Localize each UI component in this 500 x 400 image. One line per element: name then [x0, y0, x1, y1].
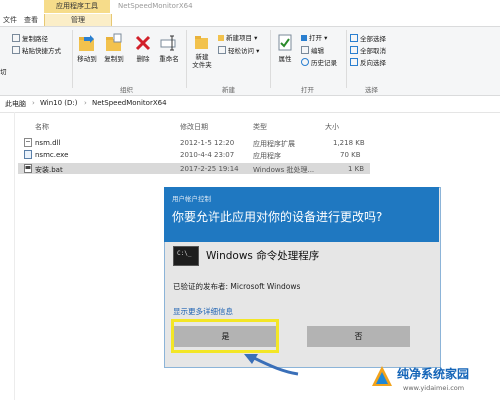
- watermark-url: www.yidaimei.com: [403, 384, 465, 392]
- uac-app-name: Windows 命令处理程序: [206, 250, 320, 262]
- context-tab-group-label: 应用程序工具: [44, 0, 110, 13]
- file-size: 1,218 KB: [333, 139, 365, 147]
- edit-icon: [301, 46, 309, 54]
- edit-button[interactable]: 编辑: [301, 46, 324, 55]
- properties-icon: [278, 34, 292, 51]
- tab-file[interactable]: 文件: [0, 14, 20, 26]
- file-type: 应用程序: [253, 152, 281, 160]
- file-name: nsm.dll: [35, 139, 61, 147]
- group-label-select: 选择: [365, 86, 378, 94]
- tab-view[interactable]: 查看: [20, 14, 42, 26]
- ribbon-separator: [72, 30, 73, 88]
- invert-selection-button[interactable]: 反向选择: [350, 58, 386, 67]
- move-to-button[interactable]: 移动到: [76, 33, 98, 63]
- new-folder-button[interactable]: 新建 文件夹: [190, 33, 214, 69]
- ribbon-separator: [270, 30, 271, 88]
- cmd-icon: C:\_: [173, 246, 199, 266]
- file-modified: 2010-4-4 23:07: [180, 151, 235, 159]
- file-type: 应用程序扩展: [253, 140, 295, 148]
- cut-label[interactable]: 切: [0, 68, 7, 76]
- open-button[interactable]: 打开 ▾: [301, 34, 327, 42]
- folder-copy-icon: [106, 33, 122, 51]
- group-label-new: 新建: [222, 86, 235, 94]
- column-header-modified[interactable]: 修改日期: [180, 122, 208, 132]
- rename-icon: [160, 35, 176, 51]
- file-type: Windows 批处理...: [253, 166, 315, 174]
- paste-shortcut-button[interactable]: 粘贴快捷方式: [12, 46, 61, 55]
- history-icon: [301, 58, 309, 66]
- chevron-right-icon: ›: [32, 99, 35, 107]
- uac-publisher: 已验证的发布者: Microsoft Windows: [173, 282, 301, 291]
- copy-path-icon: [12, 34, 20, 42]
- yes-button-highlight-box: [171, 319, 279, 353]
- copy-path-button[interactable]: 复制路径: [12, 34, 48, 43]
- select-none-button[interactable]: 全部取消: [350, 46, 386, 55]
- show-more-details-link[interactable]: 显示更多详细信息: [173, 306, 233, 317]
- window-title: NetSpeedMonitorX64: [118, 2, 193, 10]
- file-modified: 2012-1-5 12:20: [180, 139, 235, 147]
- invert-selection-icon: [350, 58, 358, 66]
- ribbon-separator: [346, 30, 347, 88]
- watermark-logo-icon: [372, 366, 392, 386]
- open-icon: [301, 35, 307, 41]
- uac-caption: 用户帐户控制: [172, 195, 211, 203]
- rename-button[interactable]: 重命名: [157, 33, 181, 63]
- easy-access-icon: [218, 46, 226, 54]
- select-all-icon: [350, 34, 358, 42]
- folder-move-icon: [79, 35, 94, 51]
- file-size: 1 KB: [348, 165, 365, 173]
- pointer-arrow-icon: [244, 354, 299, 376]
- tab-manage[interactable]: 管理: [44, 14, 112, 26]
- exe-file-icon: [24, 150, 32, 159]
- breadcrumb-this-pc[interactable]: 此电脑: [5, 99, 26, 109]
- delete-button[interactable]: 删除: [134, 33, 152, 63]
- select-all-button[interactable]: 全部选择: [350, 34, 386, 43]
- ribbon-tab-bar: 应用程序工具 NetSpeedMonitorX64 文件 查看 管理: [0, 0, 500, 26]
- file-modified: 2017-2-25 19:14: [180, 165, 239, 173]
- bat-file-icon: [24, 164, 32, 173]
- column-header-name[interactable]: 名称: [35, 122, 49, 132]
- navigation-pane-divider: [14, 112, 15, 400]
- chevron-right-icon: ›: [84, 99, 87, 107]
- select-none-icon: [350, 46, 358, 54]
- easy-access-button[interactable]: 轻松访问 ▾: [218, 46, 259, 55]
- breadcrumb[interactable]: 此电脑 › Win10 (D:) › NetSpeedMonitorX64: [0, 96, 500, 113]
- dll-file-icon: [24, 138, 32, 147]
- group-label-open: 打开: [301, 86, 314, 94]
- copy-to-button[interactable]: 复制到: [103, 33, 125, 63]
- uac-question: 你要允许此应用对你的设备进行更改吗?: [172, 210, 383, 224]
- file-name: 安装.bat: [35, 166, 63, 174]
- ribbon-separator: [186, 30, 187, 88]
- breadcrumb-folder[interactable]: NetSpeedMonitorX64: [92, 99, 167, 107]
- column-header-type[interactable]: 类型: [253, 122, 267, 132]
- history-button[interactable]: 历史记录: [301, 58, 337, 67]
- file-size: 70 KB: [340, 151, 361, 159]
- breadcrumb-drive[interactable]: Win10 (D:): [40, 99, 78, 107]
- file-name: nsmc.exe: [35, 151, 69, 159]
- delete-x-icon: [135, 35, 151, 51]
- watermark-title: 纯净系统家园: [397, 367, 470, 381]
- new-folder-icon: [195, 36, 208, 49]
- group-label-organize: 组织: [120, 86, 133, 94]
- properties-button[interactable]: 属性: [274, 33, 296, 63]
- no-button[interactable]: 否: [307, 326, 410, 347]
- new-item-icon: [218, 35, 224, 41]
- column-header-size[interactable]: 大小: [325, 122, 339, 132]
- new-item-button[interactable]: 新建项目 ▾: [218, 34, 257, 42]
- paste-shortcut-icon: [12, 46, 20, 54]
